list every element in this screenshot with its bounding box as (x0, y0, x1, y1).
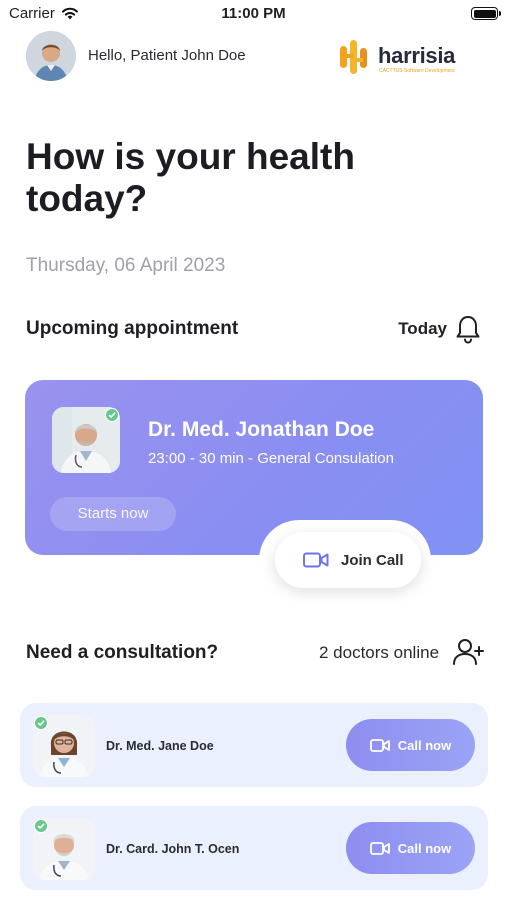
greeting-text: Hello, Patient John Doe (88, 47, 246, 64)
avatar[interactable] (26, 31, 76, 81)
doctor-list-item[interactable]: Dr. Med. Jane Doe Call now (20, 703, 488, 787)
call-now-label: Call now (397, 840, 452, 856)
call-now-label: Call now (397, 737, 452, 753)
appointment-details: 23:00 - 30 min - General Consulation (148, 450, 394, 467)
clock: 11:00 PM (221, 5, 286, 22)
video-camera-icon (303, 552, 329, 568)
doctors-online-count: 2 doctors online (319, 643, 440, 662)
brand-tagline: CACTTUS Software Development (379, 68, 455, 74)
join-call-label: Join Call (341, 551, 404, 569)
bell-icon[interactable] (455, 314, 481, 344)
doctor-name: Dr. Card. John T. Ocen (106, 842, 240, 856)
online-check-icon (34, 819, 48, 833)
call-now-button[interactable]: Call now (346, 822, 475, 874)
doctor-name: Dr. Med. Jane Doe (106, 739, 214, 753)
status-bar: Carrier 11:00 PM (0, 0, 507, 28)
brand-name: harrisia (378, 43, 456, 68)
brand-logo: harrisia CACTTUS Software Development (338, 38, 478, 78)
call-now-button[interactable]: Call now (346, 719, 475, 771)
video-camera-icon (369, 738, 390, 752)
consultation-title: Need a consultation? (26, 642, 219, 663)
battery-icon (471, 7, 501, 20)
join-call-button[interactable]: Join Call (275, 532, 421, 588)
current-date: Thursday, 06 April 2023 (26, 255, 226, 276)
page-title: How is your health today? (26, 136, 355, 219)
today-filter[interactable]: Today (398, 319, 447, 339)
harrisia-logo-icon (340, 40, 367, 74)
starts-now-badge: Starts now (50, 497, 176, 531)
video-camera-icon (369, 841, 390, 855)
online-check-icon (34, 716, 48, 730)
online-check-icon (105, 408, 119, 422)
doctor-list-item[interactable]: Dr. Card. John T. Ocen Call now (20, 806, 488, 890)
appointment-doctor-name: Dr. Med. Jonathan Doe (148, 418, 375, 441)
add-user-icon[interactable] (452, 638, 484, 666)
upcoming-appointment-title: Upcoming appointment (26, 318, 239, 339)
